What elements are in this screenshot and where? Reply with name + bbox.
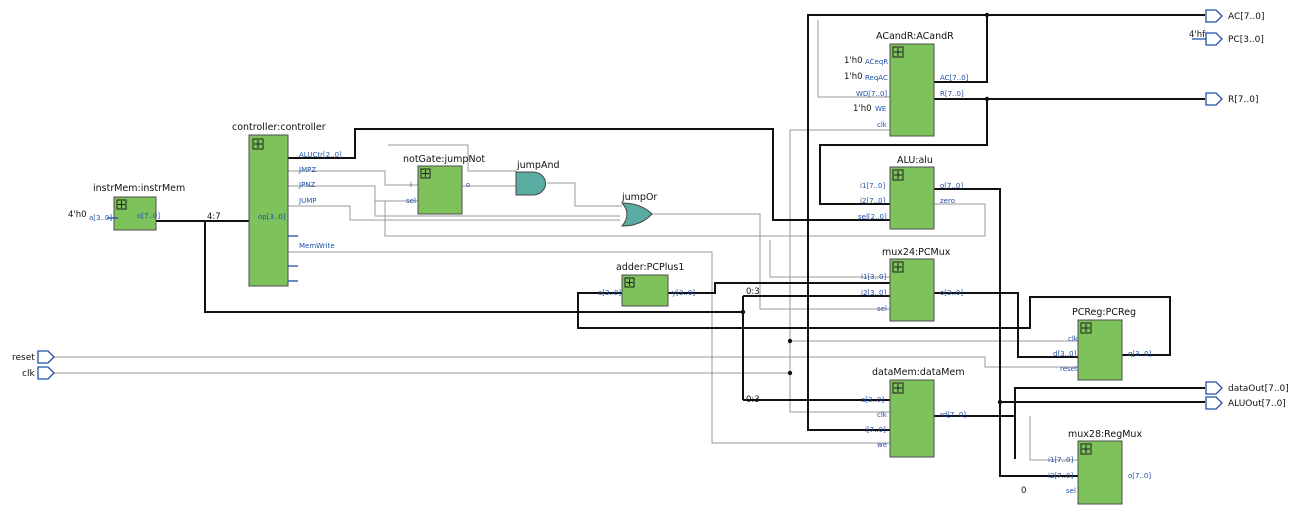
schematic-canvas: instrMem:instrMem a[3..0] o[7..0] 4'h0 c… <box>12 9 1289 505</box>
port-label: sel <box>1066 487 1076 495</box>
module-controller[interactable]: controller:controller op[3..0] ALUCtr[2.… <box>207 122 342 287</box>
port-label: JMPZ <box>298 166 316 174</box>
port-label: clk <box>877 411 888 419</box>
output-port-aluout[interactable]: ALUOut[7..0] <box>1205 396 1286 410</box>
output-port-dataout[interactable]: dataOut[7..0] <box>1205 381 1289 395</box>
output-label: PC[3..0] <box>1228 35 1264 45</box>
port-label: i2[3..0] <box>861 289 886 297</box>
slice-label: 0:3 <box>746 287 760 297</box>
port-label: o[7..0] <box>137 212 160 220</box>
module-title: adder:PCPlus1 <box>616 262 684 273</box>
port-label: AC[7..0] <box>940 74 969 82</box>
module-acandr[interactable]: ACandR:ACandR ACeqR ReqAC WD[7..0] WE cl… <box>844 31 969 137</box>
gate-title: jumpOr <box>621 192 657 203</box>
port-label: ALUCtr[2..0] <box>299 151 342 159</box>
module-title: dataMem:dataMem <box>872 367 965 378</box>
port-label: JPNZ <box>298 181 316 189</box>
port-label: o[7..0] <box>940 182 963 190</box>
slice-label: 4:7 <box>207 212 221 222</box>
port-label: a[3..0] <box>89 214 112 222</box>
port-label: zero <box>940 197 955 205</box>
port-label: i <box>410 181 412 189</box>
module-notgate[interactable]: notGate:jumpNot i sel o <box>403 154 485 215</box>
port-label: reset <box>1060 365 1078 373</box>
port-label: a[3..0] <box>598 289 621 297</box>
constant-value: 1'h0 <box>853 104 872 114</box>
port-label: WE <box>875 105 886 113</box>
port-label: i2[7..0] <box>860 197 885 205</box>
output-label: dataOut[7..0] <box>1228 384 1289 394</box>
module-regmux[interactable]: mux28:RegMux i1[7..0] i2[7..0] sel o[7..… <box>1021 429 1151 505</box>
wire-junctions <box>740 12 1003 405</box>
or-gate-jumpor[interactable]: jumpOr <box>620 192 657 227</box>
output-label: ALUOut[7..0] <box>1228 399 1286 409</box>
port-label: rd[7..0] <box>940 411 966 419</box>
output-port-ac[interactable]: AC[7..0] <box>1205 9 1264 23</box>
module-title: controller:controller <box>232 122 326 133</box>
input-port-clk[interactable]: clk <box>22 366 55 380</box>
port-label: ACeqR <box>865 58 888 66</box>
port-label: o[7..0] <box>1128 472 1151 480</box>
port-label: i2[7..0] <box>1048 472 1073 480</box>
input-label: clk <box>22 369 35 379</box>
port-label: i1[7..0] <box>1048 456 1073 464</box>
port-label: i1[7..0] <box>860 182 885 190</box>
module-alu[interactable]: ALU:alu i1[7..0] i2[7..0] sel[2..0] o[7.… <box>858 155 963 230</box>
port-label: i[7..0] <box>865 426 886 434</box>
port-label: o[3..0] <box>940 289 963 297</box>
module-instrmem[interactable]: instrMem:instrMem a[3..0] o[7..0] 4'h0 <box>68 183 185 231</box>
port-label: i1[3..0] <box>861 273 886 281</box>
port-label: clk <box>1068 335 1079 343</box>
constant-value: 1'h0 <box>844 72 863 82</box>
port-label: clk <box>877 121 888 129</box>
and-gate-jumpand[interactable]: jumpAnd <box>515 160 560 196</box>
port-label: we <box>877 441 887 449</box>
input-label: reset <box>12 353 35 363</box>
port-label: sel[2..0] <box>858 213 887 221</box>
constant-value: 0 <box>1021 486 1026 496</box>
port-label: MemWrite <box>299 242 335 250</box>
module-title: instrMem:instrMem <box>93 183 185 194</box>
module-adder[interactable]: adder:PCPlus1 a[3..0] y[3..0] <box>598 262 695 307</box>
module-pcreg[interactable]: PCReg:PCReg clk d[3..0] reset q[3..0] <box>1053 307 1152 381</box>
port-label: q[3..0] <box>1128 350 1152 358</box>
port-label: sel <box>406 197 416 205</box>
input-port-reset[interactable]: reset <box>12 350 55 364</box>
port-label: ReqAC <box>865 74 888 82</box>
output-port-pc[interactable]: 4'hf PC[3..0] <box>1189 30 1264 46</box>
output-label: AC[7..0] <box>1228 12 1264 22</box>
port-label: R[7..0] <box>940 90 964 98</box>
module-title: mux28:RegMux <box>1068 429 1142 440</box>
slice-label: 0:3 <box>746 395 760 405</box>
port-label: op[3..0] <box>258 213 286 221</box>
module-title: ACandR:ACandR <box>876 31 954 42</box>
port-label: sel <box>877 305 887 313</box>
module-title: PCReg:PCReg <box>1072 307 1136 318</box>
port-label: WD[7..0] <box>856 90 887 98</box>
module-title: ALU:alu <box>897 155 933 166</box>
port-label: o <box>466 181 470 189</box>
output-port-r[interactable]: R[7..0] <box>1205 92 1258 106</box>
port-label: y[3..0] <box>672 289 695 297</box>
port-label: d[3..0] <box>1053 350 1077 358</box>
constant-value: 1'h0 <box>844 56 863 66</box>
port-label: a[3..0] <box>861 396 884 404</box>
constant-value: 4'h0 <box>68 210 87 220</box>
port-label: JUMP <box>298 197 316 205</box>
output-label: R[7..0] <box>1228 95 1258 105</box>
module-title: mux24:PCMux <box>882 247 951 258</box>
gate-title: jumpAnd <box>516 160 560 171</box>
module-title: notGate:jumpNot <box>403 154 485 165</box>
